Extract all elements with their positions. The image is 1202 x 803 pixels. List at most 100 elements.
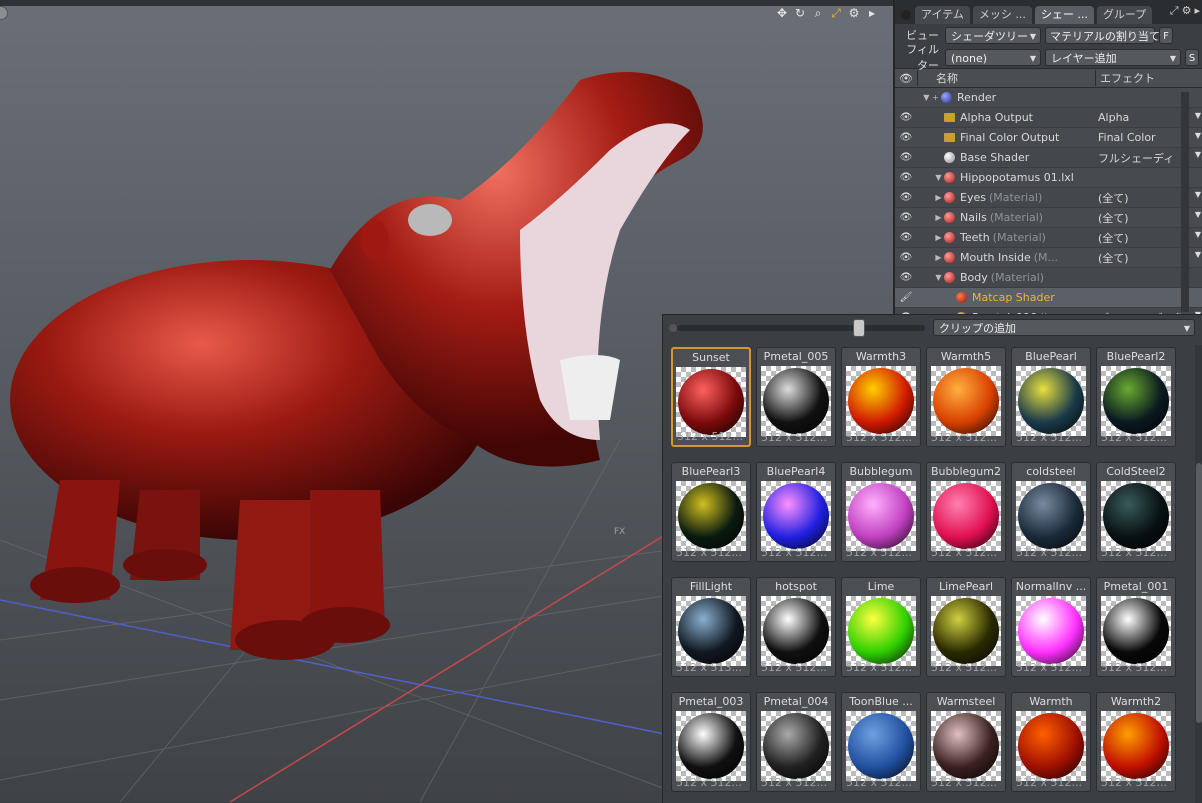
matcap-tile[interactable]: BluePearl 512 x 512... <box>1011 347 1091 447</box>
matcap-tile[interactable]: BluePearl3 512 x 512... <box>671 462 751 562</box>
matcap-icon <box>956 292 967 303</box>
s-button[interactable]: S <box>1185 48 1199 66</box>
visibility-eye-icon[interactable]: 👁 <box>895 192 917 203</box>
f-button[interactable]: F <box>1159 26 1173 44</box>
brush-icon[interactable]: 🖌 <box>895 292 917 303</box>
tree-row[interactable]: 👁 ▶ Teeth (Material) (全て) <box>895 228 1202 248</box>
chevron-right-icon[interactable]: ▸ <box>1194 4 1200 18</box>
matcap-tile[interactable]: Bubblegum 512 x 512... <box>841 462 921 562</box>
expand-arrow-icon[interactable]: ▶ <box>933 253 944 262</box>
matcap-thumbnail <box>931 366 1001 436</box>
matcap-tile-size: 512 x 512... <box>846 431 912 444</box>
tree-row[interactable]: 👁 ▶ Mouth Inside (M... (全て) <box>895 248 1202 268</box>
matcap-tile[interactable]: Warmth5 512 x 512... <box>926 347 1006 447</box>
matcap-thumbnail <box>846 711 916 781</box>
visibility-eye-icon[interactable]: 👁 <box>895 232 917 243</box>
expand-arrow-icon[interactable]: ▶ <box>933 213 944 222</box>
matcap-tile[interactable]: hotspot 512 x 512... <box>756 577 836 677</box>
matcap-tile-size: 512 x 512... <box>1016 661 1082 674</box>
matcap-sphere <box>678 713 744 779</box>
add-layer-dropdown[interactable]: レイヤー追加 <box>1045 48 1181 66</box>
matcap-tile[interactable]: BluePearl2 512 x 512... <box>1096 347 1176 447</box>
tree-row[interactable]: 👁 Final Color Output Final Color <box>895 128 1202 148</box>
matcap-tile[interactable]: Warmsteel 512 x 512... <box>926 692 1006 792</box>
matcap-tile[interactable]: Warmth 512 x 512... <box>1011 692 1091 792</box>
matcap-tile[interactable]: LimePearl 512 x 512... <box>926 577 1006 677</box>
mat-icon <box>944 252 955 263</box>
matcap-tile[interactable]: Sunset 512 x 512... <box>671 347 751 447</box>
preset-scrollbar-thumb[interactable] <box>1196 463 1202 723</box>
gear-icon[interactable]: ⚙ <box>1182 4 1192 18</box>
tree-row[interactable]: 👁 Base Shader フルシェーディ <box>895 148 1202 168</box>
preset-scrollbar[interactable] <box>1195 345 1202 803</box>
filter-dropdown[interactable]: (none) <box>945 48 1041 66</box>
expand-icon[interactable]: ⤢ <box>1170 4 1179 18</box>
visibility-eye-icon[interactable]: 👁 <box>895 252 917 263</box>
matcap-tile[interactable]: Bubblegum2 512 x 512... <box>926 462 1006 562</box>
slider-knob[interactable] <box>853 319 865 337</box>
visibility-eye-icon[interactable]: 👁 <box>895 272 917 283</box>
move-icon[interactable]: ✥ <box>775 6 789 20</box>
matcap-sphere <box>1103 483 1169 549</box>
tab-shader[interactable]: シェー ... <box>1034 6 1094 24</box>
matcap-tile[interactable]: Lime 512 x 512... <box>841 577 921 677</box>
add-clip-dropdown[interactable]: クリップの追加 <box>933 319 1195 336</box>
visibility-eye-icon[interactable]: 👁 <box>895 212 917 223</box>
panel-menu-icon[interactable] <box>901 10 911 20</box>
matcap-grid: Sunset 512 x 512... Pmetal_005 512 x 512...… <box>671 347 1193 792</box>
visibility-eye-icon[interactable]: 👁 <box>895 172 917 183</box>
matcap-tile[interactable]: ToonBlue ... 512 x 512... <box>841 692 921 792</box>
matcap-tile-name: Pmetal_001 <box>1103 580 1169 593</box>
matcap-tile[interactable]: FillLight 512 x 513... <box>671 577 751 677</box>
column-effect[interactable]: エフェクト <box>1095 70 1202 86</box>
gear-icon[interactable]: ⚙ <box>847 6 861 20</box>
matcap-tile[interactable]: Warmth3 512 x 512... <box>841 347 921 447</box>
tree-row[interactable]: 👁 ▶ Eyes (Material) (全て) <box>895 188 1202 208</box>
matcap-tile-size: 512 x 512... <box>1101 776 1167 789</box>
matcap-sphere <box>678 483 744 549</box>
tree-row[interactable]: 🖌 Matcap Shader <box>895 288 1202 308</box>
assign-material-button[interactable]: マテリアルの割り当て <box>1045 26 1160 44</box>
matcap-thumbnail <box>846 596 916 666</box>
matcap-tile[interactable]: Pmetal_005 512 x 512... <box>756 347 836 447</box>
expand-arrow-icon[interactable]: ▶ <box>933 233 944 242</box>
matcap-tile[interactable]: Pmetal_003 512 x 512... <box>671 692 751 792</box>
matcap-tile-size: 512 x 512... <box>931 776 997 789</box>
column-name[interactable]: 名称 <box>917 70 1095 86</box>
tree-row[interactable]: ▼ + Render <box>895 88 1202 108</box>
tree-scrollbar[interactable] <box>1181 92 1189 312</box>
view-dropdown[interactable]: シェーダツリー <box>945 26 1041 44</box>
expand-arrow-icon[interactable]: ▼ <box>933 173 944 182</box>
matcap-tile[interactable]: Pmetal_004 512 x 512... <box>756 692 836 792</box>
tree-row-name: ▶ Teeth (Material) <box>917 231 1095 244</box>
visibility-eye-icon[interactable]: 👁 <box>895 152 917 163</box>
thumbnail-size-slider[interactable] <box>677 319 925 337</box>
matcap-tile[interactable]: NormalInv ... 512 x 512... <box>1011 577 1091 677</box>
matcap-thumbnail <box>761 366 831 436</box>
tab-groups[interactable]: グループ <box>1096 6 1153 24</box>
matcap-tile[interactable]: Pmetal_001 512 x 512... <box>1096 577 1176 677</box>
tree-row[interactable]: 👁 ▼ Hippopotamus 01.lxl <box>895 168 1202 188</box>
expand-arrow-icon[interactable]: ▼ + <box>921 93 941 102</box>
tree-row[interactable]: 👁 Alpha Output Alpha <box>895 108 1202 128</box>
chevron-right-icon[interactable]: ▸ <box>865 6 879 20</box>
matcap-tile[interactable]: Warmth2 512 x 512... <box>1096 692 1176 792</box>
visibility-eye-icon[interactable]: 👁 <box>895 132 917 143</box>
matcap-tile[interactable]: coldsteel 512 x 512... <box>1011 462 1091 562</box>
tab-items[interactable]: アイテム <box>915 6 970 24</box>
rotate-icon[interactable]: ↻ <box>793 6 807 20</box>
matcap-tile[interactable]: ColdSteel2 512 x 512... <box>1096 462 1176 562</box>
tab-mesh[interactable]: メッシ ... <box>972 6 1032 24</box>
tree-row-name: ▶ Mouth Inside (M... <box>917 251 1095 264</box>
expand-arrow-icon[interactable]: ▶ <box>933 193 944 202</box>
matcap-tile-size: 512 x 512... <box>1101 546 1167 559</box>
fit-icon[interactable]: ⤢ <box>829 6 843 20</box>
matcap-tile-name: LimePearl <box>939 580 993 593</box>
matcap-tile[interactable]: BluePearl4 512 x 512... <box>756 462 836 562</box>
zoom-icon[interactable]: ⌕ <box>811 6 825 20</box>
tree-row[interactable]: 👁 ▼ Body (Material) <box>895 268 1202 288</box>
visibility-eye-icon[interactable]: 👁 <box>895 112 917 123</box>
tree-row[interactable]: 👁 ▶ Nails (Material) (全て) <box>895 208 1202 228</box>
mat-icon <box>944 232 955 243</box>
expand-arrow-icon[interactable]: ▼ <box>933 273 944 282</box>
